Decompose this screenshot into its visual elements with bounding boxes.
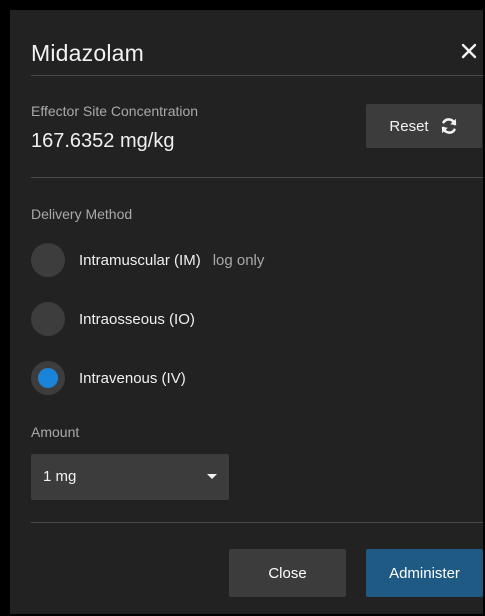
reset-button[interactable]: Reset (366, 104, 482, 148)
delivery-method-label: Delivery Method (31, 206, 133, 222)
amount-select[interactable]: 1 mg (31, 454, 229, 500)
administer-button[interactable]: Administer (366, 549, 483, 597)
radio-label-intraosseous: Intraosseous (IO) (79, 310, 195, 328)
section-divider (31, 177, 483, 178)
close-button[interactable]: Close (229, 549, 346, 597)
radio-option-intravenous[interactable]: Intravenous (IV) (31, 361, 186, 395)
effector-site-value: 167.6352 mg/kg (31, 130, 175, 152)
effector-site-label: Effector Site Concentration (31, 103, 199, 119)
radio-button-intravenous[interactable] (31, 361, 65, 395)
radio-label-intramuscular: Intramuscular (IM) (79, 251, 201, 269)
radio-button-intraosseous[interactable] (31, 302, 65, 336)
radio-option-intramuscular[interactable]: Intramuscular (IM) log only (31, 243, 264, 277)
radio-label-intravenous: Intravenous (IV) (79, 369, 186, 387)
window-frame: Midazolam Effector Site Concentration 16… (0, 0, 485, 616)
radio-option-intraosseous[interactable]: Intraosseous (IO) (31, 302, 195, 336)
radio-button-intramuscular[interactable] (31, 243, 65, 277)
reset-button-label: Reset (389, 117, 429, 135)
header-divider (31, 75, 483, 76)
amount-label: Amount (31, 424, 80, 440)
close-icon[interactable] (458, 40, 480, 62)
refresh-icon (441, 118, 456, 134)
close-icon-glyph (461, 43, 477, 59)
chevron-down-icon (207, 474, 217, 479)
amount-select-value: 1 mg (43, 468, 77, 485)
footer-divider (31, 522, 483, 523)
radio-note-log-only: log only (212, 251, 265, 269)
dialog-title: Midazolam (31, 40, 145, 66)
medication-dialog: Midazolam Effector Site Concentration 16… (10, 10, 483, 614)
